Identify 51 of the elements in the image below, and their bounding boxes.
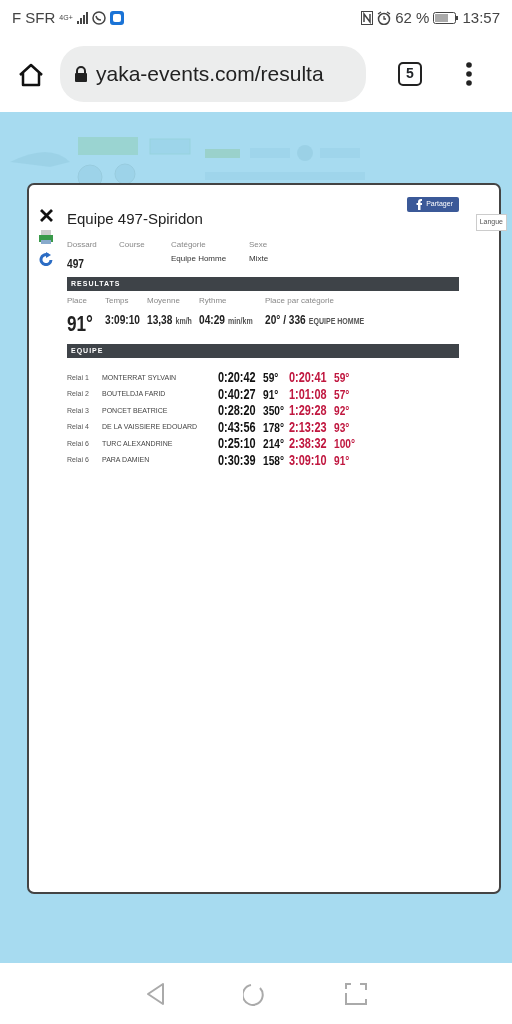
cumulative-rank: 91°: [334, 451, 351, 470]
chat-bubble-icon: [91, 11, 106, 25]
menu-icon[interactable]: [466, 62, 472, 86]
split-rank: 91°: [263, 385, 280, 404]
stat-unit: EQUIPE HOMME: [308, 315, 365, 326]
cumulative-rank: 100°: [334, 435, 355, 453]
cumulative-rank: 59°: [334, 369, 351, 387]
clock-time: 13:57: [462, 7, 500, 28]
field-value: Mixte: [249, 252, 270, 265]
cumulative-rank: 57°: [334, 385, 351, 404]
tab-count-button[interactable]: 5: [398, 62, 422, 86]
stat-label: Temps: [105, 294, 130, 307]
cumulative-rank: 92°: [334, 402, 351, 420]
field-value: Equipe Homme: [171, 252, 228, 265]
url-text: yaka-events.com/resulta: [96, 61, 324, 88]
nfc-icon: [361, 11, 374, 25]
dialog-title: Equipe 497-Spiridon: [67, 209, 203, 229]
stat-value: 20° / 336: [265, 311, 306, 327]
field-value: 497: [67, 255, 85, 273]
cumulative-rank: 93°: [334, 418, 351, 437]
stat-value: 3:09:10: [105, 311, 140, 327]
app-icon: [109, 11, 124, 25]
field-label: Sexe: [249, 238, 269, 251]
stat-value: 04:29: [199, 311, 225, 327]
printer-icon[interactable]: [39, 230, 53, 244]
field-label: Dossard: [67, 238, 98, 251]
stat-label: Place par catégorie: [265, 294, 335, 307]
close-icon[interactable]: [39, 209, 53, 222]
signal-icon: [76, 12, 88, 24]
battery-percent: 62 %: [395, 7, 430, 28]
split-rank: 214°: [263, 435, 284, 453]
stat-label: Place: [67, 294, 88, 307]
split-rank: 350°: [263, 402, 284, 420]
stat-value: 13,38: [147, 311, 173, 327]
split-rank: 158°: [263, 451, 284, 470]
split-rank: 59°: [263, 369, 280, 387]
stat-unit: min/km: [228, 315, 253, 326]
place-value: 91°: [67, 309, 93, 338]
field-label: Course: [119, 238, 146, 251]
stat-label: Moyenne: [147, 294, 181, 307]
home-icon[interactable]: [18, 61, 44, 87]
field-label: Catégorie: [171, 238, 207, 251]
address-bar[interactable]: yaka-events.com/resulta: [60, 46, 366, 102]
alarm-icon: [377, 11, 392, 25]
lock-icon: [74, 66, 88, 82]
split-rank: 178°: [263, 418, 284, 437]
stat-label: Rythme: [199, 294, 228, 307]
refresh-icon[interactable]: [39, 252, 53, 266]
stat-unit: km/h: [175, 315, 192, 326]
carrier-name: F SFR: [12, 7, 56, 28]
battery-icon: [433, 12, 459, 24]
